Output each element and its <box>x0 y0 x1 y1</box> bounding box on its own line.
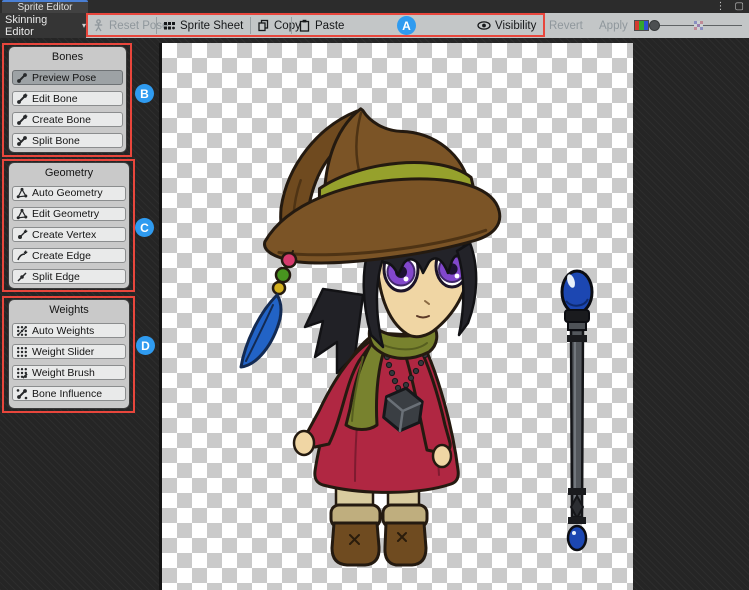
right-hand <box>433 445 451 467</box>
annotation-badge-b: B <box>135 84 154 103</box>
paste-icon <box>298 19 311 32</box>
edge-split-icon <box>16 271 28 283</box>
canvas-sprites <box>162 43 636 590</box>
copy-icon <box>257 19 270 32</box>
visibility-button[interactable]: Visibility <box>477 13 536 38</box>
left-boot <box>332 523 379 565</box>
chevron-down-icon: ▾ <box>82 21 86 30</box>
bones-panel-title: Bones <box>12 51 123 64</box>
bone-edit-icon <box>16 93 28 105</box>
bone-create-icon <box>16 114 28 126</box>
preview-pose-button[interactable]: Preview Pose <box>12 70 123 85</box>
maximize-icon[interactable]: ▢ <box>735 2 744 12</box>
staff-sprite[interactable] <box>562 271 592 550</box>
copy-label: Copy <box>274 20 301 32</box>
auto-geometry-button[interactable]: Auto Geometry <box>12 186 126 201</box>
sprite-canvas[interactable] <box>159 43 633 590</box>
bead-pink <box>282 253 296 267</box>
eye-icon <box>477 19 491 32</box>
zoom-slider-thumb[interactable] <box>649 20 660 31</box>
bone-preview-icon <box>16 72 28 84</box>
weight-slider-icon <box>16 346 28 358</box>
create-vertex-button[interactable]: Create Vertex <box>12 227 126 242</box>
reset-pose-label: Reset Pose <box>109 20 168 32</box>
toolbar: Skinning Editor ▾ Reset Pose Sprite Shee… <box>0 13 749 38</box>
tab-label: Sprite Editor <box>17 2 72 13</box>
window-titlebar: Sprite Editor ⋮ ▢ <box>0 0 749 13</box>
revert-label: Revert <box>549 20 583 32</box>
weight-brush-button[interactable]: Weight Brush <box>12 365 126 380</box>
sprite-sheet-button[interactable]: Sprite Sheet <box>163 13 243 38</box>
annotation-badge-c: C <box>135 218 154 237</box>
create-bone-button[interactable]: Create Bone <box>12 112 123 127</box>
checker-texture-icon <box>694 21 703 30</box>
visibility-label: Visibility <box>495 20 536 32</box>
weight-slider-button[interactable]: Weight Slider <box>12 344 126 359</box>
bead-green <box>276 268 290 282</box>
annotation-badge-a: A <box>397 16 416 35</box>
vertex-create-icon <box>16 229 28 241</box>
toolbar-divider <box>250 17 251 34</box>
split-bone-button[interactable]: Split Bone <box>12 133 123 148</box>
toolbar-divider <box>291 17 292 34</box>
geometry-auto-icon <box>16 187 28 199</box>
copy-button[interactable]: Copy <box>257 13 301 38</box>
pose-reset-icon <box>92 19 105 32</box>
mode-label: Skinning Editor <box>5 14 78 38</box>
edit-bone-button[interactable]: Edit Bone <box>12 91 123 106</box>
skinning-editor-dropdown[interactable]: Skinning Editor ▾ <box>0 13 86 38</box>
paste-button[interactable]: Paste <box>298 13 344 38</box>
weight-brush-icon <box>16 367 28 379</box>
paste-label: Paste <box>315 20 344 32</box>
witch-hat <box>253 97 502 269</box>
weights-panel-title: Weights <box>12 304 126 317</box>
bone-influence-icon <box>16 388 28 400</box>
tab-sprite-editor[interactable]: Sprite Editor <box>2 0 88 13</box>
geometry-edit-icon <box>16 208 28 220</box>
geometry-panel: Geometry Auto Geometry Edit Geometry Cre… <box>8 162 130 289</box>
character-sprite[interactable] <box>241 97 503 565</box>
revert-button[interactable]: Revert <box>549 13 583 38</box>
auto-weights-button[interactable]: Auto Weights <box>12 323 126 338</box>
apply-label: Apply <box>599 20 628 32</box>
bone-influence-button[interactable]: Bone Influence <box>12 386 126 401</box>
apply-button[interactable]: Apply <box>599 13 628 38</box>
bones-panel: Bones Preview Pose Edit Bone Create Bone… <box>8 46 127 153</box>
toolbar-divider <box>156 17 157 34</box>
sprite-sheet-icon <box>163 19 176 32</box>
bead-yellow <box>273 282 285 294</box>
sprite-editor-window: Sprite Editor ⋮ ▢ Skinning Editor ▾ Rese… <box>0 0 749 590</box>
split-edge-button[interactable]: Split Edge <box>12 269 126 284</box>
left-hand <box>294 431 314 455</box>
weights-auto-icon <box>16 325 28 337</box>
rgb-swatch-icon[interactable] <box>634 20 649 31</box>
bone-split-icon <box>16 135 28 147</box>
geometry-panel-title: Geometry <box>12 167 126 180</box>
kebab-menu-icon[interactable]: ⋮ <box>716 2 726 12</box>
right-boot <box>385 523 426 565</box>
sprite-sheet-label: Sprite Sheet <box>180 20 243 32</box>
edge-create-icon <box>16 250 28 262</box>
create-edge-button[interactable]: Create Edge <box>12 248 126 263</box>
annotation-badge-d: D <box>136 336 155 355</box>
edit-geometry-button[interactable]: Edit Geometry <box>12 207 126 222</box>
weights-panel: Weights Auto Weights Weight Slider Weigh… <box>8 299 130 409</box>
